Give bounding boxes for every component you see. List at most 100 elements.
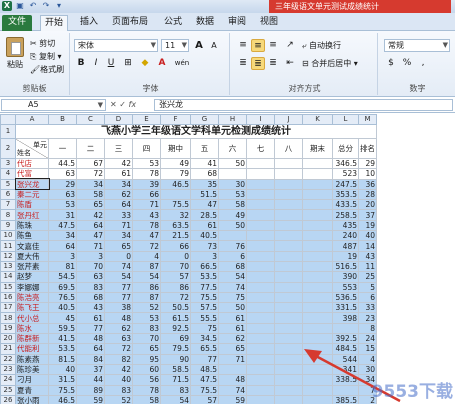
score-cell[interactable]: 24 <box>358 333 377 345</box>
score-cell[interactable] <box>302 178 333 190</box>
score-cell[interactable] <box>160 188 191 201</box>
score-cell[interactable] <box>302 199 333 211</box>
score-cell[interactable]: 69.5 <box>48 281 77 293</box>
score-cell[interactable]: 78 <box>132 384 161 396</box>
score-cell[interactable]: 37 <box>76 363 105 376</box>
score-cell[interactable]: 23 <box>358 312 377 324</box>
score-cell[interactable] <box>246 157 275 170</box>
cut-button[interactable]: ✂ 剪切 <box>30 37 55 50</box>
score-cell[interactable] <box>274 209 303 221</box>
row-header[interactable]: 12 <box>0 250 16 262</box>
score-cell[interactable] <box>246 394 275 404</box>
column-header[interactable]: E <box>132 114 161 125</box>
score-cell[interactable]: 32 <box>160 209 191 221</box>
save-icon[interactable]: ▣ <box>15 1 25 11</box>
score-cell[interactable]: 74 <box>104 260 133 273</box>
score-cell[interactable]: 81 <box>48 260 77 273</box>
score-cell[interactable] <box>332 384 359 396</box>
score-cell[interactable] <box>332 322 359 335</box>
column-header[interactable]: F <box>160 114 191 125</box>
score-cell[interactable]: 40 <box>104 374 133 386</box>
score-cell[interactable]: 72 <box>104 343 133 355</box>
name-box[interactable]: A5 ▼ <box>1 99 106 111</box>
score-cell[interactable] <box>274 199 303 211</box>
score-cell[interactable]: 398 <box>332 312 359 324</box>
score-cell[interactable] <box>274 343 303 355</box>
student-name-cell[interactable]: 陈浩亮 <box>15 291 49 304</box>
score-cell[interactable] <box>302 260 333 273</box>
score-cell[interactable]: 66.5 <box>190 260 219 273</box>
score-cell[interactable]: 41.5 <box>48 333 77 345</box>
student-name-cell[interactable]: 张丹红 <box>15 209 49 221</box>
score-cell[interactable]: 52 <box>132 302 161 314</box>
score-cell[interactable]: 75.5 <box>190 384 219 396</box>
score-cell[interactable]: 54 <box>132 271 161 283</box>
number-format-combo[interactable]: 常规 ▼ <box>384 39 450 52</box>
score-cell[interactable]: 54 <box>218 271 247 283</box>
score-cell[interactable] <box>246 281 275 293</box>
score-cell[interactable] <box>246 188 275 201</box>
score-cell[interactable] <box>274 250 303 262</box>
score-cell[interactable]: 72 <box>76 168 105 180</box>
score-cell[interactable]: 84 <box>76 353 105 365</box>
score-cell[interactable]: 83 <box>160 384 191 396</box>
score-cell[interactable] <box>246 333 275 345</box>
score-cell[interactable] <box>302 374 333 386</box>
score-cell[interactable]: 8 <box>358 322 377 335</box>
score-cell[interactable]: 42 <box>104 157 133 170</box>
row-header[interactable]: 26 <box>0 394 16 404</box>
score-cell[interactable]: 258.5 <box>332 209 359 221</box>
score-cell[interactable]: 67 <box>76 157 105 170</box>
score-cell[interactable]: 353.5 <box>332 188 359 201</box>
italic-button[interactable]: I <box>89 57 103 70</box>
score-cell[interactable]: 392.5 <box>332 333 359 345</box>
student-name-cell[interactable]: 陈珍美 <box>15 363 49 376</box>
score-cell[interactable]: 29 <box>48 178 77 190</box>
score-cell[interactable] <box>274 363 303 376</box>
score-cell[interactable]: 86 <box>132 281 161 293</box>
score-cell[interactable]: 54.5 <box>48 271 77 283</box>
wrap-text-button[interactable]: ⤶ 自动换行 <box>302 39 341 52</box>
row-header[interactable]: 5 <box>0 178 16 190</box>
score-cell[interactable]: 62 <box>104 322 133 335</box>
score-cell[interactable] <box>302 353 333 365</box>
column-header[interactable]: A <box>15 114 49 125</box>
score-cell[interactable]: 70 <box>76 260 105 273</box>
score-cell[interactable]: 346.5 <box>332 157 359 170</box>
score-cell[interactable]: 69 <box>160 333 191 345</box>
score-cell[interactable] <box>302 363 333 376</box>
score-cell[interactable] <box>302 343 333 355</box>
column-header[interactable]: I <box>246 114 275 125</box>
score-cell[interactable]: 63.5 <box>160 219 191 232</box>
score-cell[interactable] <box>246 178 275 190</box>
score-cell[interactable] <box>246 250 275 262</box>
row-header[interactable]: 21 <box>0 343 16 355</box>
score-cell[interactable]: 51.5 <box>190 188 219 201</box>
score-cell[interactable]: 63 <box>76 271 105 283</box>
score-cell[interactable]: 87 <box>132 291 161 304</box>
score-cell[interactable] <box>302 384 333 396</box>
score-cell[interactable]: 61.5 <box>160 312 191 324</box>
redo-icon[interactable]: ↷ <box>41 1 51 11</box>
worksheet-grid[interactable]: A B C D E F G H I J K L M 1 飞燕小学三年级语文学科单元检测成绩统计 2 单元 姓名一二… <box>0 114 455 404</box>
student-name-cell[interactable]: 陈素燕 <box>15 353 49 365</box>
score-cell[interactable]: 61 <box>218 322 247 335</box>
score-cell[interactable]: 74 <box>218 281 247 293</box>
score-cell[interactable]: 73 <box>190 240 219 252</box>
score-cell[interactable]: 71 <box>132 199 161 211</box>
row-header[interactable]: 13 <box>0 260 16 273</box>
borders-icon[interactable]: ⊞ <box>121 57 135 70</box>
score-cell[interactable]: 53.5 <box>190 271 219 283</box>
score-cell[interactable]: 34 <box>76 178 105 190</box>
score-cell[interactable]: 331.5 <box>332 302 359 314</box>
score-cell[interactable]: 62 <box>218 333 247 345</box>
score-cell[interactable]: 523 <box>332 168 359 180</box>
score-cell[interactable]: 43 <box>358 250 377 262</box>
tab-formulas[interactable]: 公式 <box>160 15 186 31</box>
score-cell[interactable]: 79.5 <box>160 343 191 355</box>
student-name-cell[interactable]: 张小雨 <box>15 394 49 404</box>
score-cell[interactable] <box>274 271 303 283</box>
score-cell[interactable]: 64 <box>76 343 105 355</box>
percent-button[interactable]: % <box>400 57 414 70</box>
score-cell[interactable]: 43 <box>76 302 105 314</box>
